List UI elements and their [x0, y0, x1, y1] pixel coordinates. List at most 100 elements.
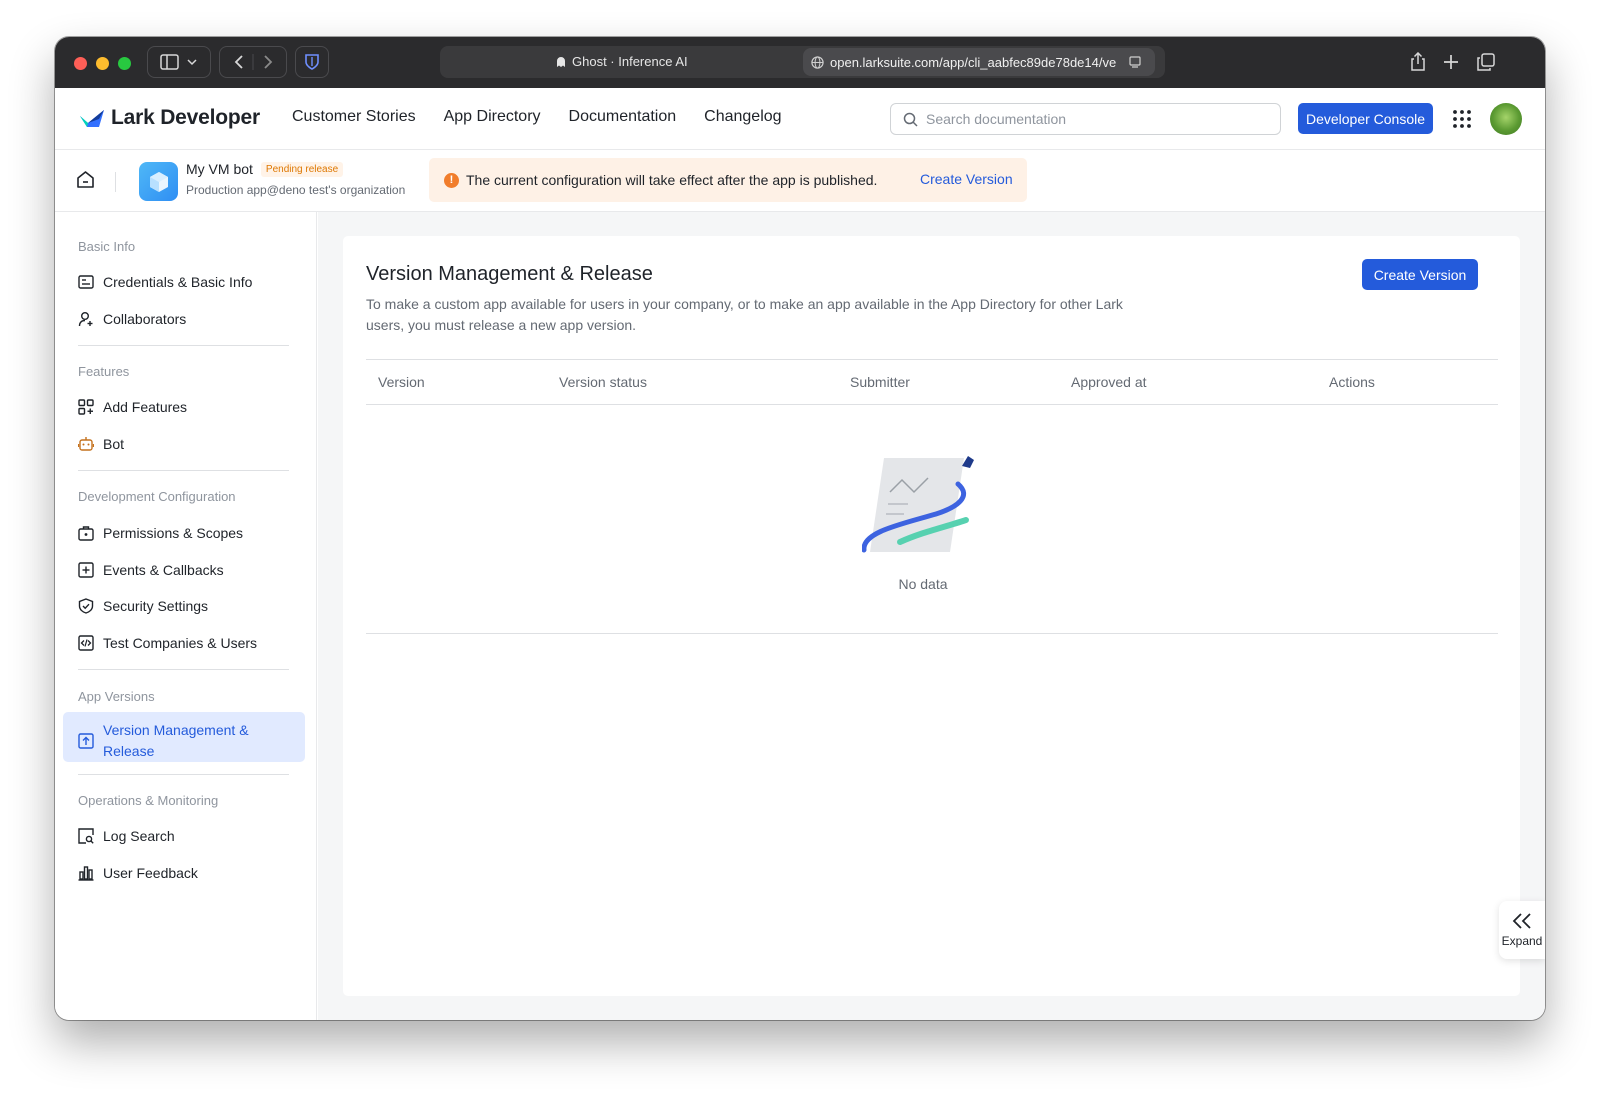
- briefcase-lock-icon: [78, 526, 94, 541]
- app-name: My VM bot Pending release: [186, 161, 344, 177]
- developer-console-button[interactable]: Developer Console: [1298, 103, 1433, 134]
- sidebar-item-label: Credentials & Basic Info: [103, 274, 253, 290]
- nav-changelog[interactable]: Changelog: [704, 108, 781, 126]
- nav-documentation[interactable]: Documentation: [569, 108, 677, 126]
- sidebar-item-label: Permissions & Scopes: [103, 525, 244, 541]
- sidebar-item-label: Version Management & Release: [103, 722, 249, 759]
- upload-box-icon: [78, 733, 94, 749]
- nav-app-directory[interactable]: App Directory: [444, 108, 541, 126]
- page-description: To make a custom app available for users…: [366, 296, 1123, 333]
- log-search-icon: [78, 828, 94, 844]
- app-name-text: My VM bot: [186, 161, 253, 177]
- group-title-features: Features: [78, 364, 130, 379]
- minimize-window-button[interactable]: [96, 57, 109, 70]
- create-version-button[interactable]: Create Version: [1362, 259, 1478, 290]
- new-tab-icon[interactable]: [1443, 54, 1459, 70]
- globe-icon: [811, 55, 824, 69]
- user-add-icon: [78, 312, 93, 327]
- sidebar-item-bot[interactable]: Bot: [78, 436, 124, 452]
- robot-icon: [78, 437, 94, 451]
- notice-create-version-link[interactable]: Create Version: [920, 171, 1013, 187]
- sidebar-item-collaborators[interactable]: Collaborators: [78, 311, 186, 327]
- notice-text: The current configuration will take effe…: [466, 172, 878, 188]
- zoom-window-button[interactable]: [118, 57, 131, 70]
- column-header-version-status: Version status: [559, 374, 647, 390]
- cube-icon: [149, 171, 168, 192]
- tab-title-text: Ghost · Inference AI: [572, 54, 688, 69]
- site-header: Lark Developer Customer Stories App Dire…: [55, 88, 1545, 150]
- lark-developer-logo[interactable]: Lark Developer: [79, 106, 260, 130]
- sidebar-item-permissions[interactable]: Permissions & Scopes: [78, 525, 243, 541]
- code-box-icon: [78, 635, 94, 651]
- browser-window: Ghost · Inference AI open.larksuite.com/…: [55, 37, 1545, 1020]
- divider: [78, 669, 289, 670]
- column-header-submitter: Submitter: [850, 374, 910, 390]
- sidebar-item-events[interactable]: Events & Callbacks: [78, 562, 224, 578]
- sidebar-item-label: Bot: [103, 436, 125, 452]
- version-card: Version Management & Release To make a c…: [343, 236, 1520, 996]
- sidebar-item-version-management[interactable]: Version Management & Release: [78, 720, 273, 762]
- column-header-actions: Actions: [1329, 374, 1375, 390]
- group-title-operations: Operations & Monitoring: [78, 793, 219, 808]
- back-icon[interactable]: [234, 55, 243, 69]
- column-header-approved-at: Approved at: [1071, 374, 1147, 390]
- sidebar-toggle-button[interactable]: [147, 46, 211, 78]
- reader-icon[interactable]: [1128, 55, 1142, 69]
- warning-icon: !: [444, 172, 459, 188]
- group-title-basic-info: Basic Info: [78, 239, 136, 254]
- main-nav: Customer Stories App Directory Documenta…: [292, 108, 782, 126]
- divider: [78, 470, 289, 471]
- sidebar-item-test-companies[interactable]: Test Companies & Users: [78, 635, 257, 651]
- sidebar-item-security[interactable]: Security Settings: [78, 598, 208, 614]
- sidebar-item-label: Events & Callbacks: [103, 562, 224, 578]
- nav-customer-stories[interactable]: Customer Stories: [292, 108, 416, 126]
- close-window-button[interactable]: [74, 57, 87, 70]
- app-bar: My VM bot Pending release Production app…: [55, 150, 1545, 212]
- shield-icon: [305, 54, 319, 70]
- divider: [115, 172, 116, 192]
- sidebar-item-log-search[interactable]: Log Search: [78, 828, 175, 844]
- bar-chart-icon: [78, 866, 94, 881]
- search-icon: [903, 112, 918, 127]
- id-card-icon: [78, 275, 94, 289]
- avatar[interactable]: [1490, 103, 1522, 135]
- logo-text: Lark Developer: [111, 106, 260, 129]
- publish-notice: ! The current configuration will take ef…: [429, 158, 1027, 202]
- sidebar-item-add-features[interactable]: Add Features: [78, 399, 187, 415]
- app-organization: Production app@deno test's organization: [186, 183, 406, 197]
- sidebar: Basic Info Credentials & Basic Info Coll…: [55, 212, 317, 1020]
- sidebar-item-label: Security Settings: [103, 598, 209, 614]
- app-icon: [139, 162, 178, 201]
- expand-panel-button[interactable]: Expand: [1499, 901, 1545, 959]
- window-controls: [74, 57, 131, 70]
- empty-state-illustration: [862, 456, 974, 553]
- tab-overview-icon[interactable]: [1477, 53, 1495, 71]
- sidebar-item-label: User Feedback: [103, 865, 198, 881]
- sidebar-item-label: Log Search: [103, 828, 175, 844]
- search-input[interactable]: [926, 111, 1266, 127]
- bitwarden-extension-button[interactable]: [295, 46, 329, 78]
- sidebar-icon: [160, 54, 197, 70]
- address-bar[interactable]: open.larksuite.com/app/cli_aabfec89de78d…: [803, 48, 1155, 76]
- search-box: [890, 103, 1281, 135]
- lark-logo-icon: [80, 110, 104, 127]
- tab-title: Ghost · Inference AI: [556, 46, 688, 78]
- history-nav: [219, 46, 287, 78]
- status-badge: Pending release: [260, 161, 344, 177]
- group-title-development-configuration: Development Configuration: [78, 489, 236, 504]
- shield-check-icon: [78, 598, 94, 614]
- browser-toolbar: Ghost · Inference AI open.larksuite.com/…: [55, 37, 1545, 88]
- sidebar-item-label: Test Companies & Users: [103, 635, 258, 651]
- table-bottom-border: [366, 633, 1498, 634]
- sidebar-item-user-feedback[interactable]: User Feedback: [78, 865, 198, 881]
- ghost-icon: [557, 57, 565, 67]
- app-grid-icon[interactable]: [1452, 109, 1472, 129]
- home-icon[interactable]: [76, 170, 95, 189]
- sidebar-item-credentials[interactable]: Credentials & Basic Info: [78, 274, 252, 290]
- forward-icon[interactable]: [264, 55, 273, 69]
- divider: [78, 345, 289, 346]
- share-icon[interactable]: [1409, 52, 1427, 72]
- event-icon: [78, 562, 94, 578]
- column-header-version: Version: [378, 374, 425, 390]
- page-title: Version Management & Release: [366, 263, 653, 285]
